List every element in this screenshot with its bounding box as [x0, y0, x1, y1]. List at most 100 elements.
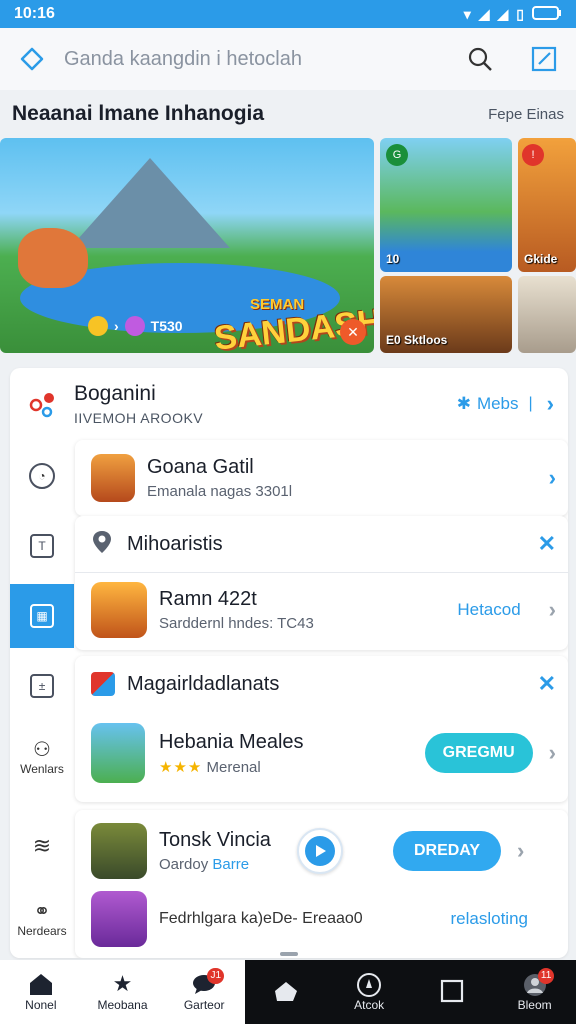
chevron-right-icon[interactable]: ›: [549, 597, 556, 623]
gamepad-icon: ▦: [30, 604, 54, 628]
clock-icon: ◔: [29, 463, 55, 489]
side-item-network[interactable]: ⚭ Nerdears: [10, 886, 74, 950]
details-link[interactable]: Hetacod: [457, 600, 520, 620]
top-bar: Ganda kaangdin i hetoclah: [0, 28, 576, 90]
thumbnail-2[interactable]: ! Gkide: [518, 138, 576, 272]
vibrate-icon: ▯: [516, 5, 524, 22]
location-icon: [91, 529, 113, 560]
nav-explore[interactable]: Atcok: [328, 960, 411, 1024]
card-title: Ramn 422t: [159, 588, 257, 610]
game-card-4[interactable]: Tonsk Vincia Oardoy Barre DREDAY › Fedrh…: [75, 810, 568, 958]
panel-header: Boganini IIVEMOH AROOKV ✱ Mebs | ›: [10, 368, 568, 440]
search-query[interactable]: Ganda kaangdin i hetoclah: [64, 48, 448, 71]
close-icon[interactable]: ✕: [538, 671, 556, 697]
banner-creature: [18, 228, 88, 288]
nav-favorites[interactable]: ★ Meobana: [82, 960, 164, 1024]
text-icon: T: [30, 534, 54, 558]
section-header: Neaanai lmane Inhanogia Fepe Einas: [0, 92, 576, 136]
game-badge-icon: G: [386, 144, 408, 166]
side-item-time[interactable]: ◔: [10, 444, 74, 508]
panel-action-button[interactable]: ✱ Mebs: [457, 394, 519, 414]
category-icon: [91, 672, 115, 696]
nav-label: Meobana: [97, 998, 148, 1012]
coin-icon: [88, 316, 108, 336]
bottom-nav-right: Atcok 11 Bleom: [245, 960, 576, 1024]
thumbnail-label: Gkide: [524, 252, 558, 266]
side-item-label: Nerdears: [17, 923, 67, 938]
divider: |: [528, 395, 533, 412]
section-label: Mihoaristis: [127, 532, 223, 555]
divider: [75, 572, 568, 573]
game-card-1[interactable]: Goana Gatil Emanala nagas 3301l ›: [75, 440, 568, 516]
search-button[interactable]: [448, 46, 512, 72]
banner-mountain: [70, 158, 230, 248]
status-bar: 10:16 ▾ ◢ ◢ ▯: [0, 0, 576, 28]
featured-banner[interactable]: SEMAN SANDASH! ✕ › T530: [0, 138, 374, 353]
nav-home[interactable]: Nonel: [0, 960, 82, 1024]
home-icon: [20, 47, 44, 71]
ready-button[interactable]: DREDAY: [393, 831, 501, 871]
edit-button[interactable]: [512, 46, 576, 72]
network-icon: ⚭: [33, 900, 51, 923]
close-icon[interactable]: ✕: [538, 531, 556, 557]
game-card-2[interactable]: Mihoaristis ✕ Ramn 422t Sarddernl hndes:…: [75, 516, 568, 650]
panel-action-label: Mebs: [476, 394, 519, 413]
side-item-layers[interactable]: ≋: [10, 814, 74, 878]
section-row: Mihoaristis ✕: [75, 516, 568, 572]
game-list-panel: Boganini IIVEMOH AROOKV ✱ Mebs | › ◔ T ▦…: [10, 368, 568, 958]
thumbnail-4[interactable]: [518, 276, 576, 353]
play-button[interactable]: [297, 828, 343, 874]
share-icon[interactable]: [10, 389, 74, 419]
side-item-users[interactable]: ⚇ Wenlars: [10, 724, 74, 788]
side-item-text[interactable]: T: [10, 514, 74, 578]
home-outline-icon: [273, 979, 299, 1005]
game-card-3[interactable]: Magairldadlanats ✕ Hebania Meales ★★★ Me…: [75, 656, 568, 802]
card-title: Tonsk Vincia: [159, 829, 271, 851]
nav-label: Nonel: [25, 998, 57, 1012]
thumbnail-label: E0 Sktloos: [386, 333, 448, 347]
chevron-right-icon[interactable]: ›: [549, 740, 556, 766]
list-item: Goana Gatil Emanala nagas 3301l ›: [75, 450, 568, 506]
related-link[interactable]: relasloting: [451, 909, 529, 929]
banner-stat: T530: [150, 318, 183, 334]
side-item-add[interactable]: ±: [10, 654, 74, 718]
section-row: Magairldadlanats ✕: [75, 656, 568, 712]
chevron-right-icon[interactable]: ›: [547, 391, 554, 417]
banner-close-button[interactable]: ✕: [340, 319, 366, 345]
chevron-right-icon[interactable]: ›: [549, 465, 556, 491]
list-item: Ramn 422t Sarddernl hndes: TC43 Hetacod …: [75, 580, 568, 640]
status-time: 10:16: [14, 5, 55, 22]
side-item-games[interactable]: ▦: [10, 584, 74, 648]
drag-handle[interactable]: [280, 952, 298, 956]
game-badge-icon: !: [522, 144, 544, 166]
card-title: Goana Gatil: [147, 456, 254, 478]
home-icon: [28, 972, 54, 998]
see-more-link[interactable]: Fepe Einas: [488, 106, 564, 123]
install-button[interactable]: GREGMU: [424, 733, 533, 773]
card-subtitle: Oardoy: [159, 856, 209, 873]
thumbnail-1[interactable]: G 10: [380, 138, 512, 272]
nav-library[interactable]: [411, 960, 494, 1024]
gem-icon: [124, 316, 145, 336]
game-icon: [91, 454, 135, 502]
section-label: Magairldadlanats: [127, 672, 280, 695]
nav-chat[interactable]: J1 Garteor: [163, 960, 245, 1024]
notification-badge: J1: [207, 968, 224, 984]
compass-icon: [356, 972, 382, 998]
thumbnail-label: 10: [386, 252, 400, 266]
bottom-nav-left: Nonel ★ Meobana J1 Garteor: [0, 960, 245, 1024]
nav-profile[interactable]: 11 Bleom: [493, 960, 576, 1024]
list-item: Hebania Meales ★★★ Merenal GREGMU ›: [75, 720, 568, 786]
nav-label: Atcok: [354, 998, 385, 1012]
home-button[interactable]: [0, 46, 64, 72]
card-subtitle: Sarddernl hndes: TC43: [159, 615, 314, 632]
thumbnail-3[interactable]: E0 Sktloos: [380, 276, 512, 353]
star-icon: ★: [112, 971, 133, 996]
list-item: Tonsk Vincia Oardoy Barre DREDAY ›: [75, 820, 568, 882]
signal-icon-2: ◢: [497, 5, 509, 22]
game-icon: [91, 891, 147, 947]
battery-icon: [532, 5, 562, 23]
chevron-right-icon[interactable]: ›: [517, 838, 524, 864]
nav-store[interactable]: [245, 960, 328, 1024]
status-icons: ▾ ◢ ◢ ▯: [464, 5, 562, 23]
